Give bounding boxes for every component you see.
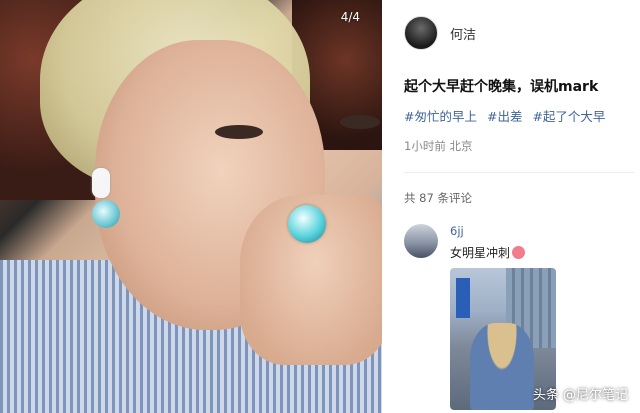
hashtag-link[interactable]: #出差 — [487, 109, 522, 124]
post-meta: 1小时前 北京 — [404, 139, 473, 153]
eye-right — [340, 115, 380, 129]
post-photo[interactable]: 4/4 — [0, 0, 382, 413]
earring — [92, 200, 120, 228]
author-name[interactable]: 何洁 — [450, 24, 476, 43]
face-emoji-icon — [512, 246, 526, 259]
hashtag-link[interactable]: #起了个大早 — [532, 109, 605, 124]
divider — [404, 172, 634, 173]
hashtag-link[interactable]: #匆忙的早上 — [404, 109, 477, 124]
author-row[interactable]: 何洁 — [404, 16, 476, 50]
comment-count: 共 87 条评论 — [404, 191, 472, 205]
watermark: 头条 @尼尔笔记 — [532, 388, 628, 403]
sign — [456, 278, 470, 318]
comment-text: 女明星冲刺 — [450, 244, 526, 261]
page-indicator: 4/4 — [340, 10, 360, 24]
author-avatar-icon[interactable] — [404, 16, 438, 50]
earbud — [92, 168, 110, 198]
hashtag-list: #匆忙的早上 #出差 #起了个大早 — [404, 106, 640, 125]
post-title: 起个大早赶个晚集，误机mark — [404, 79, 599, 95]
person — [470, 323, 534, 410]
eye-left — [215, 125, 263, 139]
post-info-panel: 何洁 起个大早赶个晚集，误机mark #匆忙的早上 #出差 #起了个大早 1小时… — [382, 0, 640, 413]
ring — [288, 205, 326, 243]
comment-text-body: 女明星冲刺 — [450, 246, 511, 260]
commenter-name[interactable]: 6jj — [450, 224, 464, 238]
commenter-avatar-icon[interactable] — [404, 224, 438, 258]
